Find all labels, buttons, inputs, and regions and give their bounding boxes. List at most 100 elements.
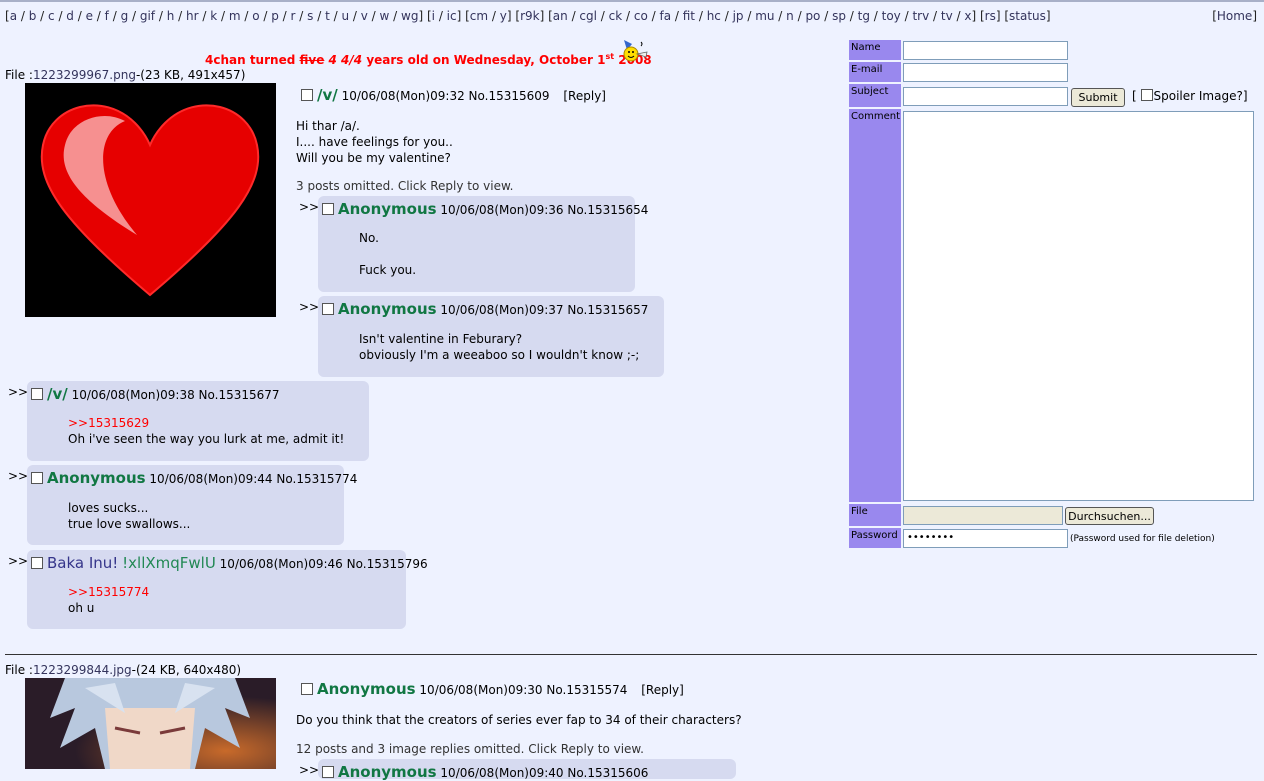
board-link-po[interactable]: po xyxy=(805,9,820,23)
post-number[interactable]: No.15315796 xyxy=(347,557,428,571)
nav-separator: / xyxy=(108,9,121,23)
submit-button[interactable]: Submit xyxy=(1071,88,1125,107)
email-input[interactable] xyxy=(903,63,1068,82)
delete-checkbox[interactable] xyxy=(31,388,43,400)
delete-checkbox[interactable] xyxy=(31,557,43,569)
quote-link[interactable]: >>15315629 xyxy=(68,415,344,431)
board-link-hc[interactable]: hc xyxy=(707,9,721,23)
board-link-toy[interactable]: toy xyxy=(882,9,901,23)
nav-separator: / xyxy=(869,9,882,23)
board-link-rs[interactable]: rs xyxy=(985,9,996,23)
post-number[interactable]: No.15315609 xyxy=(469,89,550,103)
board-link-v[interactable]: v xyxy=(361,9,368,23)
poster-name: Anonymous xyxy=(338,200,437,218)
file-meta: -(23 KB, 491x457) xyxy=(135,68,246,82)
board-link-trv[interactable]: trv xyxy=(912,9,929,23)
board-link-o[interactable]: o xyxy=(252,9,259,23)
board-link-w[interactable]: w xyxy=(380,9,390,23)
delete-checkbox[interactable] xyxy=(322,766,334,778)
file-link[interactable]: 1223299967.png xyxy=(33,68,136,82)
comment-line: No. xyxy=(359,231,379,245)
home-link[interactable]: Home xyxy=(1217,9,1252,23)
nav-separator: / xyxy=(952,9,965,23)
board-link-cm[interactable]: cm xyxy=(470,9,488,23)
file-link[interactable]: 1223299844.jpg xyxy=(33,663,132,677)
board-link-e[interactable]: e xyxy=(86,9,93,23)
post-number[interactable]: No.15315774 xyxy=(276,472,357,486)
nav-separator: / xyxy=(435,9,447,23)
comment-blank xyxy=(359,246,416,262)
board-link-co[interactable]: co xyxy=(634,9,648,23)
board-link-ck[interactable]: ck xyxy=(609,9,623,23)
heart-thumbnail[interactable] xyxy=(25,83,276,317)
board-link-wg[interactable]: wg xyxy=(401,9,418,23)
nav-bracket: [ xyxy=(511,9,521,23)
board-link-n[interactable]: n xyxy=(786,9,794,23)
board-link-ic[interactable]: ic xyxy=(447,9,457,23)
board-link-hr[interactable]: hr xyxy=(186,9,199,23)
board-link-tv[interactable]: tv xyxy=(941,9,953,23)
comment-line: Will you be my valentine? xyxy=(296,151,451,165)
board-link-fa[interactable]: fa xyxy=(660,9,672,23)
board-link-c[interactable]: c xyxy=(48,9,55,23)
board-link-tg[interactable]: tg xyxy=(858,9,870,23)
anime-thumbnail[interactable] xyxy=(25,678,276,769)
spoiler-checkbox[interactable] xyxy=(1140,89,1153,101)
board-link-status[interactable]: status xyxy=(1009,9,1046,23)
nav-separator: / xyxy=(743,9,756,23)
reply-header: Baka Inu! !xllXmqFwlU 10/06/08(Mon)09:46… xyxy=(31,554,428,572)
reply-comment: Isn't valentine in Feburary? obviously I… xyxy=(359,331,639,363)
board-link-an[interactable]: an xyxy=(553,9,568,23)
reply-link[interactable]: [Reply] xyxy=(641,683,684,697)
delete-checkbox[interactable] xyxy=(301,89,313,101)
quote-link[interactable]: >>15315774 xyxy=(68,584,149,600)
comment-textarea[interactable] xyxy=(903,111,1254,501)
post-number[interactable]: No.15315574 xyxy=(546,683,627,697)
post-number[interactable]: No.15315654 xyxy=(567,203,648,217)
board-nav: [a / b / c / d / e / f / g / gif / h / h… xyxy=(0,0,1264,26)
op-comment: Do you think that the creators of series… xyxy=(296,713,742,727)
comment-line: I.... have feelings for you.. xyxy=(296,135,453,149)
comment-line: true love swallows... xyxy=(68,517,191,531)
reply-link[interactable]: [Reply] xyxy=(563,89,606,103)
reply-post: Anonymous 10/06/08(Mon)09:44 No.15315774… xyxy=(27,465,357,545)
board-link-cgl[interactable]: cgl xyxy=(579,9,597,23)
name-label: Name xyxy=(849,40,901,60)
delete-checkbox[interactable] xyxy=(301,683,313,695)
board-link-sp[interactable]: sp xyxy=(832,9,846,23)
delete-checkbox[interactable] xyxy=(322,203,334,215)
file-path-input[interactable] xyxy=(903,506,1063,525)
board-link-m[interactable]: m xyxy=(229,9,241,23)
delete-checkbox[interactable] xyxy=(31,472,43,484)
nav-separator: / xyxy=(793,9,806,23)
board-link-u[interactable]: u xyxy=(341,9,349,23)
board-link-jp[interactable]: jp xyxy=(733,9,744,23)
board-link-fit[interactable]: fit xyxy=(683,9,695,23)
subject-input[interactable] xyxy=(903,87,1068,106)
nav-separator: / xyxy=(329,9,342,23)
reply-arrows: >> xyxy=(299,200,320,214)
file-meta: -(24 KB, 640x480) xyxy=(131,663,242,677)
post-date: 10/06/08(Mon)09:37 xyxy=(440,303,564,317)
board-link-gif[interactable]: gif xyxy=(140,9,155,23)
board-link-r9k[interactable]: r9k xyxy=(520,9,540,23)
board-link-p[interactable]: p xyxy=(271,9,279,23)
board-link-a[interactable]: a xyxy=(10,9,17,23)
board-links: [a / b / c / d / e / f / g / gif / h / h… xyxy=(5,9,1051,23)
announce-italic: 4 4/4 xyxy=(324,53,363,67)
post-number[interactable]: No.15315657 xyxy=(567,303,648,317)
comment-line: Fuck you. xyxy=(359,263,417,277)
board-link-mu[interactable]: mu xyxy=(755,9,774,23)
browse-button[interactable]: Durchsuchen... xyxy=(1065,507,1154,525)
reply-comment: >>15315774 oh u xyxy=(68,584,149,616)
post-number[interactable]: No.15315606 xyxy=(567,766,648,780)
password-input[interactable]: •••••••• xyxy=(903,529,1068,548)
reply-header: Anonymous 10/06/08(Mon)09:40 No.15315606 xyxy=(322,763,648,781)
name-input[interactable] xyxy=(903,41,1068,60)
delete-checkbox[interactable] xyxy=(322,303,334,315)
board-link-d[interactable]: d xyxy=(66,9,74,23)
post-number[interactable]: No.15315677 xyxy=(199,388,280,402)
board-link-y[interactable]: y xyxy=(500,9,507,23)
nav-separator: / xyxy=(695,9,707,23)
nav-separator: / xyxy=(929,9,941,23)
